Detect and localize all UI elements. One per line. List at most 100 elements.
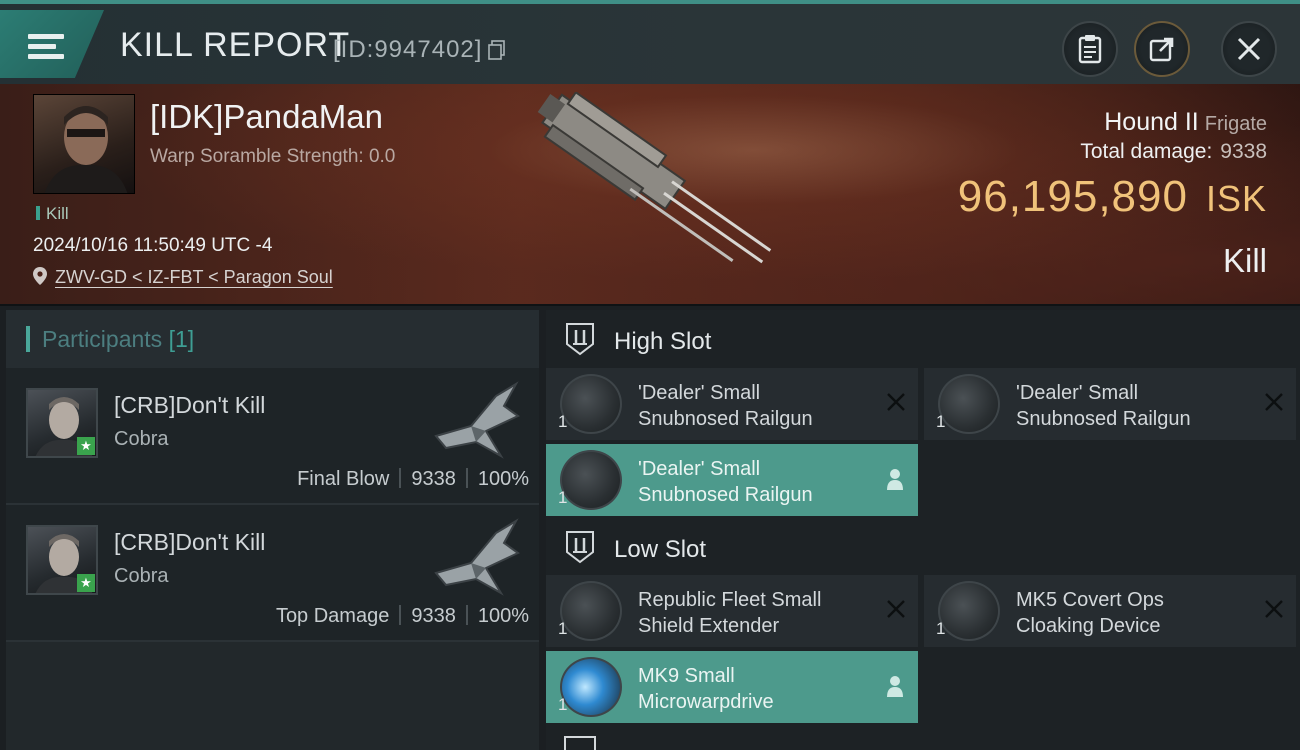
ship-class: Frigate <box>1204 113 1267 135</box>
module-name: 'Dealer' Small Snubnosed Railgun <box>638 456 878 508</box>
module-quantity: 1 <box>558 619 568 638</box>
star-icon: ★ <box>77 574 95 592</box>
participant-portrait[interactable]: ★ <box>26 525 98 595</box>
module-item[interactable]: 1 MK9 Small Microwarpdrive <box>546 651 918 723</box>
participants-label: Participants <box>42 326 163 352</box>
ship-name-text: Hound II <box>1104 108 1199 136</box>
kill-location-link[interactable]: ZWV-GD < IZ-FBT < Paragon Soul <box>55 267 333 288</box>
module-name: 'Dealer' Small Snubnosed Railgun <box>1016 380 1256 432</box>
victim-portrait[interactable] <box>33 94 135 194</box>
participant-row[interactable]: ★ [CRB]Don't Kill Cobra Final Blow 9338 10… <box>6 368 539 505</box>
participant-damage: 9338 <box>411 605 456 627</box>
share-icon <box>1149 37 1174 62</box>
participant-percent: 100% <box>477 468 529 490</box>
participants-panel: Participants [1] ★ [CRB]Don't Kill Cobra… <box>6 310 539 750</box>
high-slot-icon <box>566 323 594 356</box>
warp-scramble-strength: Warp Soramble Strength: 0.0 <box>150 146 396 167</box>
participant-name[interactable]: [CRB]Don't Kill <box>114 529 265 556</box>
stat-divider <box>465 468 468 488</box>
participant-role: Top Damage <box>275 605 390 627</box>
kill-tag: Kill <box>36 204 69 224</box>
stat-divider <box>465 605 468 625</box>
module-quantity: 1 <box>558 412 568 431</box>
module-item[interactable]: 1 Republic Fleet Small Shield Extender <box>546 575 918 647</box>
person-icon <box>887 469 903 490</box>
clipboard-button[interactable] <box>1062 21 1118 77</box>
total-damage-label: Total damage: <box>1080 140 1213 163</box>
participant-ship-image <box>434 518 520 596</box>
participant-role: Final Blow <box>297 468 390 490</box>
destroyed-x-icon <box>887 600 905 618</box>
participant-portrait[interactable]: ★ <box>26 388 98 458</box>
module-name-line1: 'Dealer' Small <box>638 382 761 404</box>
participant-ship: Cobra <box>114 565 169 587</box>
menu-button[interactable] <box>0 10 104 78</box>
victim-banner: [IDK]PandaMan Warp Soramble Strength: 0.… <box>0 84 1300 306</box>
participant-stats: Final Blow 9338 100% <box>297 468 529 491</box>
module-name: MK5 Covert Ops Cloaking Device <box>1016 587 1256 639</box>
module-name: 'Dealer' Small Snubnosed Railgun <box>638 380 878 432</box>
module-item[interactable]: 1 'Dealer' Small Snubnosed Railgun <box>546 444 918 516</box>
participant-name[interactable]: [CRB]Don't Kill <box>114 392 265 419</box>
page-title: KILL REPORT <box>120 26 351 64</box>
low-slot-header: Low Slot <box>546 518 1300 580</box>
module-name-line1: Republic Fleet Small <box>638 589 822 611</box>
location-pin-icon <box>33 267 47 285</box>
total-damage-value: 9338 <box>1220 140 1267 163</box>
destroyed-x-icon <box>1265 600 1283 618</box>
clipboard-icon <box>1078 35 1102 64</box>
share-button[interactable] <box>1134 21 1190 77</box>
destroyed-x-icon <box>1265 393 1283 411</box>
close-icon <box>1237 37 1261 61</box>
participant-ship-image <box>434 381 520 459</box>
star-icon: ★ <box>77 437 95 455</box>
participant-percent: 100% <box>477 605 529 627</box>
fitting-panel: High Slot 1 'Dealer' Small Snubnosed Rail… <box>546 310 1300 750</box>
participants-header: Participants [1] <box>6 310 539 368</box>
module-quantity: 1 <box>558 695 568 714</box>
module-item[interactable]: 1 'Dealer' Small Snubnosed Railgun <box>546 368 918 440</box>
module-name-line1: MK9 Small <box>638 665 735 687</box>
victim-ship-image <box>537 92 772 264</box>
cloaking-device-icon <box>938 581 1000 641</box>
total-damage: Total damage: 9338 <box>1080 140 1267 164</box>
module-quantity: 1 <box>936 412 946 431</box>
low-slot-title: Low Slot <box>614 536 707 563</box>
close-button[interactable] <box>1221 21 1277 77</box>
victim-ship-name[interactable]: Hound II Frigate <box>1104 108 1267 137</box>
stat-divider <box>399 468 402 488</box>
module-name-line1: MK5 Covert Ops <box>1016 589 1164 611</box>
character-portrait-icon <box>44 106 128 193</box>
person-icon <box>887 676 903 697</box>
kill-timestamp: 2024/10/16 11:50:49 UTC -4 <box>33 235 273 256</box>
high-slot-header: High Slot <box>546 310 1300 372</box>
stat-divider <box>399 605 402 625</box>
participant-damage: 9338 <box>411 468 456 490</box>
next-slot-icon <box>564 736 596 750</box>
module-name-line1: 'Dealer' Small <box>638 458 761 480</box>
isk-unit: ISK <box>1205 178 1267 219</box>
header-accent-bar <box>26 326 30 352</box>
header-bar: KILL REPORT [ID:9947402] <box>0 0 1300 84</box>
victim-name[interactable]: [IDK]PandaMan <box>150 98 383 136</box>
participant-row[interactable]: ★ [CRB]Don't Kill Cobra Top Damage 9338 10… <box>6 505 539 642</box>
participants-count: [1] <box>168 326 195 352</box>
hamburger-icon <box>28 34 64 60</box>
report-id: [ID:9947402] <box>333 36 483 63</box>
module-name-line2: Cloaking Device <box>1016 615 1161 637</box>
module-quantity: 1 <box>558 488 568 507</box>
module-name-line2: Snubnosed Railgun <box>638 484 813 506</box>
participant-stats: Top Damage 9338 100% <box>276 605 529 628</box>
module-item[interactable]: 1 MK5 Covert Ops Cloaking Device <box>924 575 1296 647</box>
kill-result: Kill <box>1222 242 1267 279</box>
copy-icon[interactable] <box>488 40 506 60</box>
module-quantity: 1 <box>936 619 946 638</box>
shield-extender-icon <box>560 581 622 641</box>
railgun-icon <box>938 374 1000 434</box>
module-name-line2: Microwarpdrive <box>638 691 774 713</box>
module-name-line2: Shield Extender <box>638 615 780 637</box>
module-name: MK9 Small Microwarpdrive <box>638 663 878 715</box>
module-name-line2: Snubnosed Railgun <box>1016 408 1191 430</box>
module-item[interactable]: 1 'Dealer' Small Snubnosed Railgun <box>924 368 1296 440</box>
participant-ship: Cobra <box>114 428 169 450</box>
